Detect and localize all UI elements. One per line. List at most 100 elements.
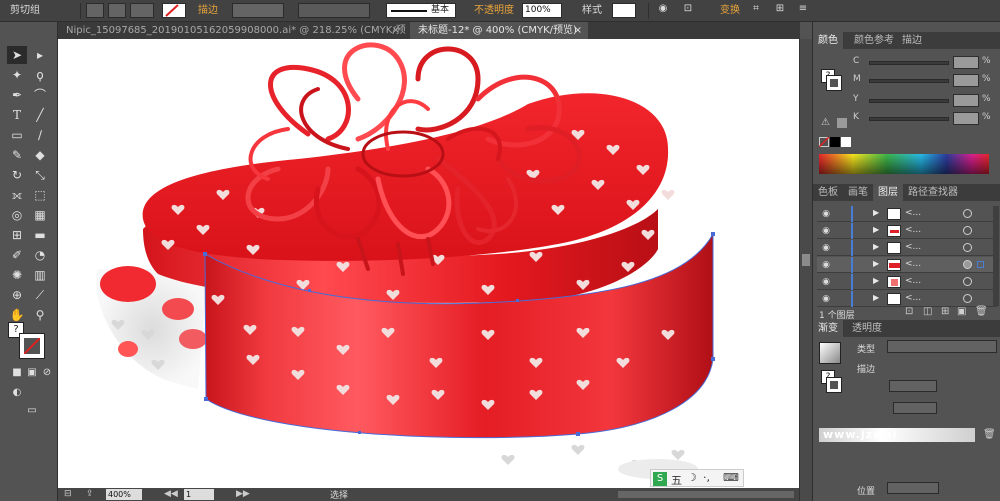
tab-color[interactable]: 颜色 [813,32,843,49]
perspective-grid-tool-icon[interactable]: ▦ [30,206,50,224]
gradient-stroke-icon[interactable] [826,377,842,393]
eye-icon[interactable]: ◉ [819,224,833,238]
trash-icon[interactable]: 🗑 [975,306,988,317]
moon-icon[interactable]: ☽ [687,471,697,484]
direct-selection-tool-icon[interactable]: ▸ [30,46,50,64]
expand-triangle-icon[interactable]: ▶ [873,276,879,285]
selection-tool-icon[interactable]: ➤ [7,46,27,64]
close-icon[interactable]: × [574,22,582,39]
punctuation-icon[interactable]: ·, [703,471,710,484]
tab-swatches[interactable]: 色板 [813,184,843,201]
selection-indicator[interactable] [977,261,984,268]
opacity-label[interactable]: 不透明度 [474,3,514,18]
tab-layers[interactable]: 图层 [873,184,903,201]
close-icon[interactable]: × [392,22,400,39]
expand-triangle-icon[interactable]: ▶ [873,242,879,251]
magenta-slider[interactable]: M % [813,74,1000,88]
blend-tool-icon[interactable]: ◔ [30,246,50,264]
clipping-mask-icon[interactable]: ◫ [923,306,932,317]
share-icon[interactable]: ⇪ [86,489,94,499]
yellow-slider[interactable]: Y % [813,94,1000,108]
target-icon[interactable] [963,243,972,252]
type-tool-icon[interactable]: T [7,106,27,124]
target-icon[interactable] [963,209,972,218]
zoom-field[interactable]: 400% [106,489,142,500]
slice-tool-icon[interactable]: ⟋ [30,286,50,304]
fill-swatch[interactable] [86,3,104,18]
target-icon[interactable] [963,277,972,286]
gradient-type-dropdown[interactable] [887,340,997,353]
artboard-canvas[interactable]: S 五 ☽ ·, ⌨ [58,39,799,488]
layer-row-selected[interactable]: ◉ ▶ <... [817,257,997,273]
layer-row[interactable]: ◉ ▶ <... [817,240,997,256]
stroke-swatch[interactable] [108,3,126,18]
eyedropper-tool-icon[interactable]: ✐ [7,246,27,264]
mesh-tool-icon[interactable]: ⊞ [7,226,27,244]
eye-icon[interactable]: ◉ [819,292,833,306]
variable-width-dropdown[interactable] [298,3,370,18]
eye-icon[interactable]: ◉ [819,258,833,272]
gradient-position-field[interactable] [887,482,939,494]
zoom-tool-icon[interactable]: ⚲ [30,306,50,324]
first-page-icon[interactable]: ◀◀ [164,489,178,499]
free-transform-tool-icon[interactable]: ⬚ [30,186,50,204]
recolor-icon[interactable]: ◉ [655,3,671,18]
width-tool-icon[interactable]: ⟗ [7,186,27,204]
target-icon[interactable] [963,226,972,235]
fill-dropdown[interactable] [130,3,154,18]
paintbrush-tool-icon[interactable]: ∕ [30,126,50,144]
tab-brushes[interactable]: 画笔 [843,184,873,201]
out-of-gamut-icon[interactable]: ⚠ [821,117,830,128]
locate-object-icon[interactable]: ⊡ [905,306,913,317]
draw-mode-icon[interactable]: ◐ [7,384,27,402]
pen-tool-icon[interactable]: ✒ [7,86,27,104]
delete-stop-icon[interactable]: 🗑 [983,429,996,440]
layer-row[interactable]: ◉ ▶ <... [817,291,997,307]
rectangle-tool-icon[interactable]: ▭ [7,126,27,144]
line-tool-icon[interactable]: ╱ [30,106,50,124]
expand-triangle-icon[interactable]: ▶ [873,293,879,302]
color-spectrum[interactable] [819,154,989,174]
page-field[interactable]: 1 [184,489,214,500]
screen-mode-icon[interactable]: ▭ [22,402,42,420]
lasso-tool-icon[interactable]: ϙ [30,66,50,84]
align-icon[interactable]: ⊡ [680,3,696,18]
vertical-scrollbar[interactable] [799,39,812,501]
scroll-thumb[interactable] [802,254,810,266]
eye-icon[interactable]: ◉ [819,241,833,255]
none-mode-icon[interactable]: ⊘ [37,364,57,382]
style-dropdown[interactable] [612,3,636,18]
stroke-swatch-icon[interactable] [19,333,45,359]
expand-triangle-icon[interactable]: ▶ [873,208,879,217]
pencil-tool-icon[interactable]: ✎ [7,146,27,164]
last-page-icon[interactable]: ▶▶ [236,489,250,499]
expand-triangle-icon[interactable]: ▶ [873,259,879,268]
tab-pathfinder[interactable]: 路径查找器 [903,184,963,201]
black-swatch[interactable] [830,137,840,147]
menu-icon[interactable]: ≡ [795,3,811,18]
target-icon[interactable] [963,260,972,269]
white-swatch[interactable] [841,137,851,147]
symbol-sprayer-tool-icon[interactable]: ✺ [7,266,27,284]
layer-row[interactable]: ◉ ▶ <... [817,274,997,290]
gradient-angle-field[interactable] [889,380,937,392]
layer-row[interactable]: ◉ ▶ <... [817,206,997,222]
expand-triangle-icon[interactable]: ▶ [873,225,879,234]
cyan-slider[interactable]: C % [813,56,1000,70]
keyboard-icon[interactable]: ⌨ [723,471,739,484]
flip-icon[interactable]: ⊞ [772,3,788,18]
gradient-aspect-field[interactable] [893,402,937,414]
tab-nipic-document[interactable]: Nipic_15097685_20190105162059908000.ai* … [58,22,406,39]
stroke-color-dropdown[interactable] [162,3,186,18]
ime-toolbar[interactable]: S 五 ☽ ·, ⌨ [650,469,744,487]
brush-definition-dropdown[interactable]: 基本 [386,3,456,18]
new-sublayer-icon[interactable]: ⊞ [941,306,949,317]
eye-icon[interactable]: ◉ [819,207,833,221]
transform-link[interactable]: 变换 [720,3,740,18]
web-color-swatch[interactable] [837,118,847,128]
layer-row[interactable]: ◉ ▶ <... [817,223,997,239]
rotate-tool-icon[interactable]: ↻ [7,166,27,184]
eye-icon[interactable]: ◉ [819,275,833,289]
tab-stroke[interactable]: 描边 [897,32,927,49]
none-swatch[interactable] [819,137,829,147]
